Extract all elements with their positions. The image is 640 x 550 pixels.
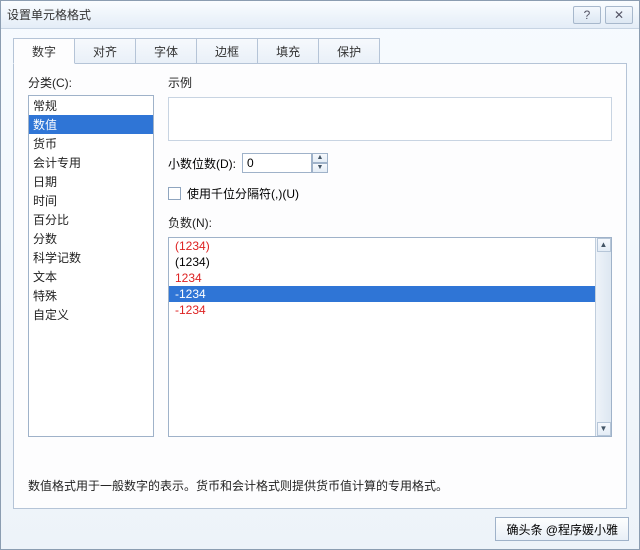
thousands-label: 使用千位分隔符(,)(U)	[187, 185, 299, 202]
negative-format-item[interactable]: -1234	[169, 286, 595, 302]
negative-format-item[interactable]: (1234)	[169, 254, 595, 270]
category-item[interactable]: 自定义	[29, 305, 153, 324]
category-item[interactable]: 日期	[29, 172, 153, 191]
category-item[interactable]: 会计专用	[29, 153, 153, 172]
category-item[interactable]: 科学记数	[29, 248, 153, 267]
scroll-up-icon[interactable]: ▲	[597, 238, 611, 252]
negatives-label: 负数(N):	[168, 214, 612, 231]
help-button[interactable]: ?	[573, 6, 601, 24]
spinner-down[interactable]: ▼	[312, 163, 328, 173]
thousands-row: 使用千位分隔符(,)(U)	[168, 185, 612, 202]
tab-border[interactable]: 边框	[196, 38, 258, 64]
spinner-buttons: ▲ ▼	[312, 153, 328, 173]
category-item[interactable]: 数值	[29, 115, 153, 134]
category-item[interactable]: 常规	[29, 96, 153, 115]
tab-alignment[interactable]: 对齐	[74, 38, 136, 64]
tab-number[interactable]: 数字	[13, 38, 75, 64]
category-item[interactable]: 时间	[29, 191, 153, 210]
category-item[interactable]: 特殊	[29, 286, 153, 305]
category-item[interactable]: 百分比	[29, 210, 153, 229]
category-column: 分类(C): 常规数值货币会计专用日期时间百分比分数科学记数文本特殊自定义	[28, 74, 154, 437]
thousands-checkbox[interactable]	[168, 187, 181, 200]
dialog-window: 设置单元格格式 ? ✕ 数字 对齐 字体 边框 填充 保护 分类(C): 常规数…	[0, 0, 640, 550]
format-description: 数值格式用于一般数字的表示。货币和会计格式则提供货币值计算的专用格式。	[28, 477, 612, 494]
negatives-items: (1234)(1234)1234-1234-1234	[169, 238, 595, 436]
dialog-footer: 确头条 @程序媛小雅	[1, 509, 639, 549]
category-item[interactable]: 分数	[29, 229, 153, 248]
ok-button[interactable]: 确头条 @程序媛小雅	[495, 517, 629, 541]
content-columns: 分类(C): 常规数值货币会计专用日期时间百分比分数科学记数文本特殊自定义 示例…	[28, 74, 612, 437]
decimals-row: 小数位数(D): ▲ ▼	[168, 153, 612, 173]
options-column: 示例 小数位数(D): ▲ ▼	[168, 74, 612, 437]
decimals-spinner: ▲ ▼	[242, 153, 328, 173]
negatives-listbox[interactable]: (1234)(1234)1234-1234-1234 ▲ ▼	[168, 237, 612, 437]
example-label: 示例	[168, 74, 612, 91]
negative-format-item[interactable]: 1234	[169, 270, 595, 286]
tab-protection[interactable]: 保护	[318, 38, 380, 64]
scroll-down-icon[interactable]: ▼	[597, 422, 611, 436]
scrollbar[interactable]: ▲ ▼	[595, 238, 611, 436]
tab-panel: 分类(C): 常规数值货币会计专用日期时间百分比分数科学记数文本特殊自定义 示例…	[13, 63, 627, 509]
close-button[interactable]: ✕	[605, 6, 633, 24]
tab-strip: 数字 对齐 字体 边框 填充 保护	[13, 37, 627, 63]
example-box	[168, 97, 612, 141]
decimals-input[interactable]	[242, 153, 312, 173]
negative-format-item[interactable]: (1234)	[169, 238, 595, 254]
category-item[interactable]: 货币	[29, 134, 153, 153]
decimals-label: 小数位数(D):	[168, 155, 236, 172]
category-label: 分类(C):	[28, 74, 154, 91]
dialog-body: 数字 对齐 字体 边框 填充 保护 分类(C): 常规数值货币会计专用日期时间百…	[1, 29, 639, 509]
category-listbox[interactable]: 常规数值货币会计专用日期时间百分比分数科学记数文本特殊自定义	[28, 95, 154, 437]
titlebar: 设置单元格格式 ? ✕	[1, 1, 639, 29]
negative-format-item[interactable]: -1234	[169, 302, 595, 318]
category-item[interactable]: 文本	[29, 267, 153, 286]
window-title: 设置单元格格式	[7, 6, 569, 23]
tab-font[interactable]: 字体	[135, 38, 197, 64]
tab-fill[interactable]: 填充	[257, 38, 319, 64]
spinner-up[interactable]: ▲	[312, 153, 328, 163]
